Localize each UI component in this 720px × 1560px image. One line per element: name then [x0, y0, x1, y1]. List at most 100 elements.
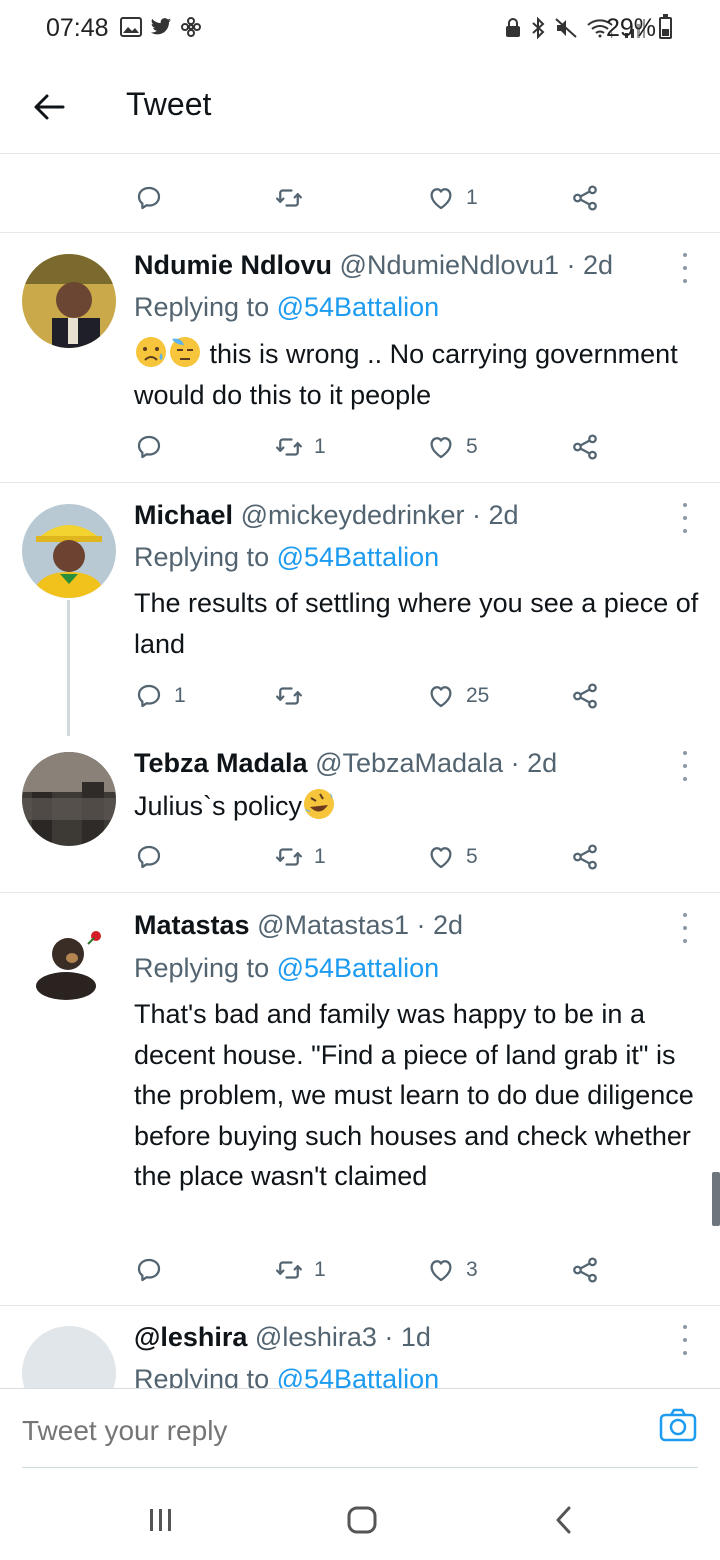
tweet-header: Tebza Madala @TebzaMadala · 2d: [134, 746, 557, 780]
author-name[interactable]: Matastas: [134, 910, 250, 940]
more-options-button[interactable]: [678, 913, 692, 943]
status-left-icons: [120, 16, 202, 38]
reply-icon: [134, 681, 164, 711]
retweet-icon: [274, 1255, 304, 1285]
status-time: 07:48: [46, 14, 109, 42]
scrollbar[interactable]: [712, 1172, 720, 1226]
avatar[interactable]: [22, 254, 116, 348]
retweet-button[interactable]: 1: [274, 837, 326, 877]
like-button[interactable]: 25: [426, 676, 489, 716]
reply-button[interactable]: [134, 837, 174, 877]
mention-link[interactable]: @54Battalion: [277, 292, 440, 322]
fan-icon: [181, 17, 201, 37]
retweet-icon: [274, 681, 304, 711]
home-icon: [347, 1506, 377, 1534]
author-handle[interactable]: @TebzaMadala · 2d: [315, 748, 557, 778]
author-handle[interactable]: @NdumieNdlovu1 · 2d: [340, 250, 614, 280]
share-button[interactable]: [570, 1250, 600, 1290]
gallery-icon: [120, 17, 142, 37]
avatar-image: [22, 752, 116, 846]
back-button[interactable]: [24, 82, 74, 132]
reply-button[interactable]: 1: [134, 676, 186, 716]
tweet-text: Julius`s policy: [134, 786, 704, 827]
author-name[interactable]: Tebza Madala: [134, 748, 308, 778]
tweet-actions: 1 3: [134, 1250, 614, 1290]
back-chevron-icon: [556, 1506, 571, 1534]
battery-percent: 29%: [605, 14, 656, 42]
heart-icon: [426, 183, 456, 213]
replying-to: Replying to @54Battalion: [134, 292, 440, 322]
tweet-text: this is wrong .. No carrying government …: [134, 334, 704, 415]
author-handle[interactable]: @leshira3 · 1d: [255, 1322, 431, 1352]
avatar[interactable]: [22, 504, 116, 598]
home-button[interactable]: [332, 1498, 392, 1542]
tweet-text: That's bad and family was happy to be in…: [134, 999, 694, 1191]
more-options-button[interactable]: [678, 253, 692, 283]
heart-icon: [426, 1255, 456, 1285]
like-button[interactable]: 5: [426, 427, 478, 467]
more-options-button[interactable]: [678, 751, 692, 781]
avatar-image: [22, 504, 116, 598]
tweet-actions: 1 5: [134, 427, 614, 467]
like-button[interactable]: 3: [426, 1250, 478, 1290]
camera-icon: [659, 1408, 697, 1442]
worried-face-icon: [136, 337, 166, 367]
reply-underline: [22, 1467, 698, 1468]
bluetooth-icon: [532, 16, 545, 40]
reply-button[interactable]: [134, 178, 174, 218]
reply-composer: [0, 1388, 720, 1468]
reply-icon: [134, 1255, 164, 1285]
status-bar: 07:48 + 29%: [0, 0, 720, 58]
arrow-left-icon: [34, 94, 65, 120]
mention-link[interactable]: @54Battalion: [277, 953, 440, 983]
mention-link[interactable]: @54Battalion: [277, 542, 440, 572]
author-handle[interactable]: @mickeydedrinker · 2d: [241, 500, 519, 530]
twitter-bird-icon: [150, 18, 172, 35]
tweet-header: @leshira @leshira3 · 1d: [134, 1320, 431, 1354]
author-name[interactable]: Michael: [134, 500, 233, 530]
reply-button[interactable]: [134, 1250, 174, 1290]
downcast-face-with-sweat-icon: [170, 337, 200, 367]
retweet-button[interactable]: 1: [274, 1250, 326, 1290]
recent-apps-icon: [150, 1509, 171, 1531]
share-button[interactable]: [570, 676, 600, 716]
camera-button[interactable]: [656, 1403, 700, 1447]
divider: [0, 892, 720, 893]
replying-to: Replying to @54Battalion: [134, 542, 440, 572]
divider: [0, 1305, 720, 1306]
more-options-button[interactable]: [678, 503, 692, 533]
system-nav-bar: [0, 1478, 720, 1560]
share-icon: [570, 183, 600, 213]
retweet-icon: [274, 432, 304, 462]
retweet-button[interactable]: [274, 676, 314, 716]
avatar-image: [22, 254, 116, 348]
share-button[interactable]: [570, 178, 600, 218]
rolling-on-floor-laughing-icon: [304, 789, 335, 819]
avatar[interactable]: [22, 752, 116, 846]
avatar[interactable]: [22, 914, 116, 1008]
recent-apps-button[interactable]: [131, 1498, 191, 1542]
vpn-lock-icon: [506, 18, 520, 37]
reply-button[interactable]: [134, 427, 174, 467]
tweet-header: Ndumie Ndlovu @NdumieNdlovu1 · 2d: [134, 248, 613, 282]
more-options-button[interactable]: [678, 1325, 692, 1355]
share-button[interactable]: [570, 427, 600, 467]
reply-input[interactable]: [22, 1415, 582, 1447]
divider: [0, 482, 720, 483]
share-button[interactable]: [570, 837, 600, 877]
system-back-button[interactable]: [534, 1498, 594, 1542]
reply-icon: [134, 183, 164, 213]
retweet-button[interactable]: 1: [274, 427, 326, 467]
tweet-text: The results of settling where you see a …: [134, 588, 699, 659]
retweet-button[interactable]: [274, 178, 314, 218]
author-name[interactable]: @leshira: [134, 1322, 247, 1352]
mute-icon: [555, 18, 577, 38]
author-handle[interactable]: @Matastas1 · 2d: [257, 910, 463, 940]
heart-icon: [426, 842, 456, 872]
like-button[interactable]: 5: [426, 837, 478, 877]
author-name[interactable]: Ndumie Ndlovu: [134, 250, 332, 280]
reply-icon: [134, 842, 164, 872]
like-button[interactable]: 1: [426, 178, 478, 218]
tweet-header: Michael @mickeydedrinker · 2d: [134, 498, 519, 532]
replying-to: Replying to @54Battalion: [134, 953, 440, 983]
